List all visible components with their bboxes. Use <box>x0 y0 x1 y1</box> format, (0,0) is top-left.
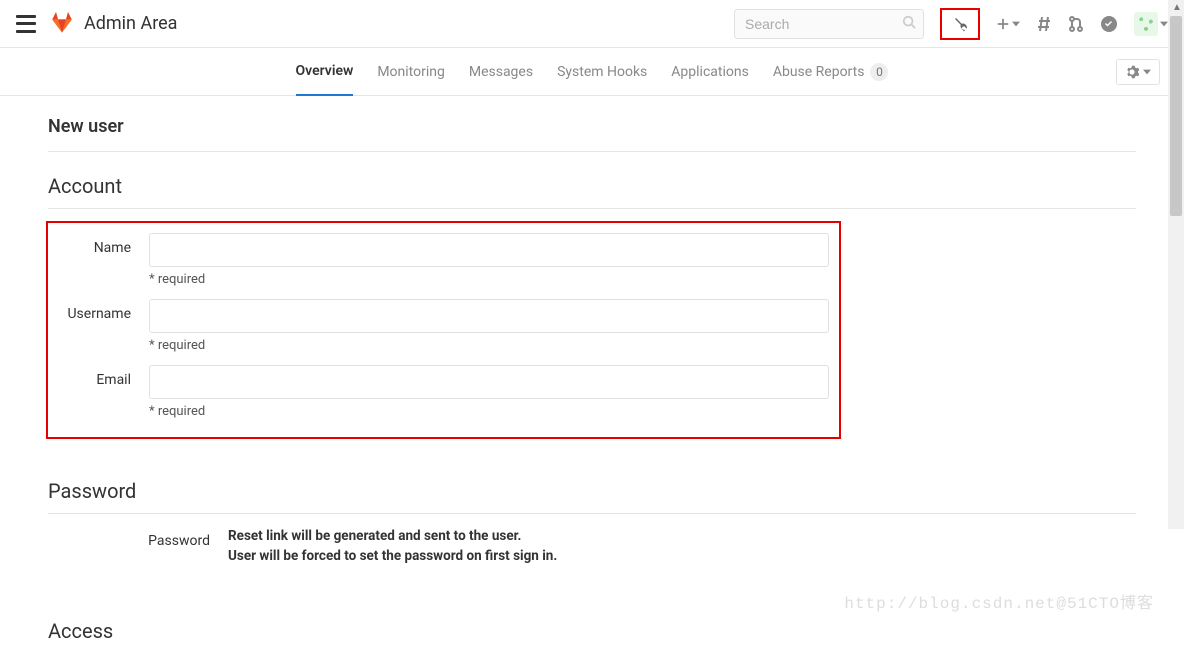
email-field[interactable] <box>149 365 829 399</box>
section-password-body: Password Reset link will be generated an… <box>48 514 1136 597</box>
tab-label: System Hooks <box>557 64 647 80</box>
todo-check-icon[interactable] <box>1100 15 1118 33</box>
scroll-thumb[interactable] <box>1170 16 1182 216</box>
admin-wrench-icon[interactable] <box>940 8 980 40</box>
app-title: Admin Area <box>84 13 177 34</box>
form-row-name: Name * required <box>58 233 829 287</box>
name-help: * required <box>149 272 829 287</box>
user-avatar-dropdown[interactable] <box>1134 12 1168 36</box>
tab-label: Monitoring <box>377 64 445 80</box>
tab-label: Messages <box>469 64 533 80</box>
form-row-password: Password Reset link will be generated an… <box>48 526 1136 567</box>
section-account-heading: Account <box>48 152 1136 208</box>
topbar: Admin Area <box>0 0 1184 48</box>
tab-abuse-reports[interactable]: Abuse Reports 0 <box>773 49 889 95</box>
content: New user Account Name * required Usernam… <box>0 96 1184 653</box>
scrollbar[interactable]: ▲ <box>1168 0 1184 529</box>
username-help: * required <box>149 338 829 353</box>
tab-label: Applications <box>671 64 749 80</box>
new-dropdown-icon[interactable] <box>996 17 1020 31</box>
section-account-body: Name * required Username * required Emai… <box>48 209 1136 457</box>
tab-messages[interactable]: Messages <box>469 49 533 95</box>
menu-icon[interactable] <box>16 15 36 33</box>
password-label: Password <box>48 526 228 549</box>
email-help: * required <box>149 404 829 419</box>
section-password-heading: Password <box>48 457 1136 513</box>
gitlab-logo[interactable] <box>50 10 74 38</box>
form-row-email: Email * required <box>58 365 829 419</box>
chevron-down-icon <box>1143 68 1151 76</box>
account-highlight-box: Name * required Username * required Emai… <box>46 221 841 439</box>
subnav: Overview Monitoring Messages System Hook… <box>0 48 1184 96</box>
settings-dropdown[interactable] <box>1116 59 1160 85</box>
section-access-heading: Access <box>48 597 1136 653</box>
tab-label: Abuse Reports <box>773 64 865 80</box>
search-wrap <box>734 9 924 39</box>
avatar <box>1134 12 1158 36</box>
tab-label: Overview <box>296 63 354 79</box>
scroll-up-icon: ▲ <box>1172 2 1182 13</box>
name-field[interactable] <box>149 233 829 267</box>
toolbar-icons <box>940 8 1168 40</box>
hash-icon[interactable] <box>1036 16 1052 32</box>
username-label: Username <box>58 299 149 322</box>
email-label: Email <box>58 365 149 388</box>
tab-system-hooks[interactable]: System Hooks <box>557 49 647 95</box>
password-info-line2: User will be forced to set the password … <box>228 546 1136 566</box>
abuse-badge: 0 <box>870 63 888 81</box>
username-field[interactable] <box>149 299 829 333</box>
password-info-line1: Reset link will be generated and sent to… <box>228 526 1136 546</box>
gear-icon <box>1125 65 1139 79</box>
tab-overview[interactable]: Overview <box>296 49 354 96</box>
search-input[interactable] <box>734 9 924 39</box>
tab-monitoring[interactable]: Monitoring <box>377 49 445 95</box>
name-label: Name <box>58 233 149 256</box>
page-title: New user <box>48 96 1136 151</box>
form-row-username: Username * required <box>58 299 829 353</box>
merge-request-icon[interactable] <box>1068 16 1084 32</box>
tab-applications[interactable]: Applications <box>671 49 749 95</box>
